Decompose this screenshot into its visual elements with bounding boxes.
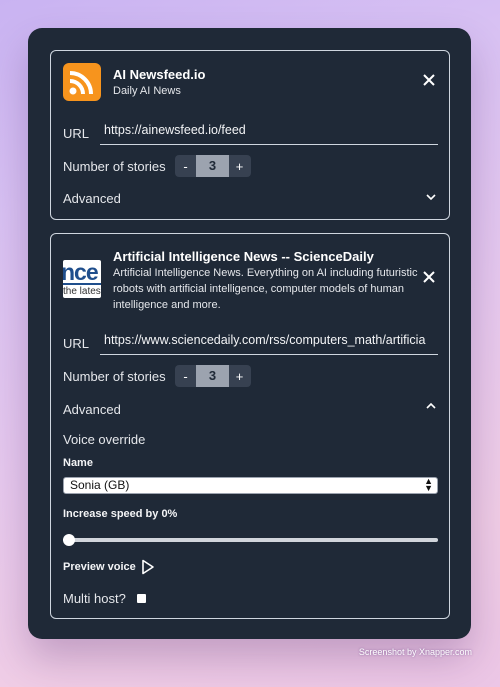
url-input[interactable]: https://ainewsfeed.io/feed: [100, 123, 438, 145]
feed-card-ainewsfeed: AI Newsfeed.io Daily AI News URL https:/…: [50, 50, 450, 220]
close-icon[interactable]: [423, 73, 439, 89]
advanced-toggle[interactable]: Advanced: [63, 402, 121, 417]
increment-button[interactable]: +: [229, 369, 250, 384]
voice-select-value: Sonia (GB): [70, 478, 130, 492]
stories-value[interactable]: 3: [196, 365, 229, 387]
feed-card-sciencedaily: nce the lates Artificial Intelligence Ne…: [50, 233, 450, 619]
url-input[interactable]: https://www.sciencedaily.com/rss/compute…: [100, 333, 438, 355]
feed-title: Artificial Intelligence News -- ScienceD…: [113, 249, 374, 264]
advanced-toggle[interactable]: Advanced: [63, 191, 121, 206]
decrement-button[interactable]: -: [175, 369, 196, 384]
speed-label: Increase speed by 0%: [63, 508, 178, 520]
stories-stepper: - 3 +: [175, 155, 251, 177]
chevron-down-icon[interactable]: [425, 190, 437, 202]
speed-slider-handle[interactable]: [63, 534, 75, 546]
chevron-up-icon[interactable]: [425, 399, 437, 411]
feed-description: Artificial Intelligence News. Everything…: [113, 267, 418, 311]
rss-icon: [63, 63, 101, 101]
voice-override-heading: Voice override: [63, 432, 146, 447]
select-arrows-icon: ▲ ▼: [424, 476, 433, 493]
preview-voice-label: Preview voice: [63, 561, 136, 573]
name-label: Name: [63, 457, 93, 469]
thumbnail-divider: [63, 283, 101, 285]
stories-label: Number of stories: [63, 159, 166, 174]
feed-settings-panel: AI Newsfeed.io Daily AI News URL https:/…: [28, 28, 471, 639]
thumbnail-caption: the lates: [63, 286, 101, 297]
thumbnail-logo-text: nce: [63, 260, 99, 285]
url-label: URL: [63, 126, 90, 141]
voice-select[interactable]: Sonia (GB) ▲ ▼: [63, 477, 438, 494]
play-icon[interactable]: [141, 559, 155, 580]
increment-button[interactable]: +: [229, 159, 250, 174]
feed-title: AI Newsfeed.io: [113, 67, 206, 82]
multi-host-label: Multi host?: [63, 591, 126, 606]
close-icon[interactable]: [423, 270, 439, 286]
stories-value[interactable]: 3: [196, 155, 229, 177]
screenshot-credit: Screenshot by Xnapper.com: [358, 647, 472, 657]
speed-slider-track[interactable]: [63, 538, 438, 542]
stories-stepper: - 3 +: [175, 365, 251, 387]
feed-thumbnail: nce the lates: [63, 260, 101, 298]
url-label: URL: [63, 336, 90, 351]
feed-subtitle: Daily AI News: [113, 85, 181, 97]
multi-host-checkbox[interactable]: [137, 594, 146, 603]
decrement-button[interactable]: -: [175, 159, 196, 174]
stories-label: Number of stories: [63, 369, 166, 384]
